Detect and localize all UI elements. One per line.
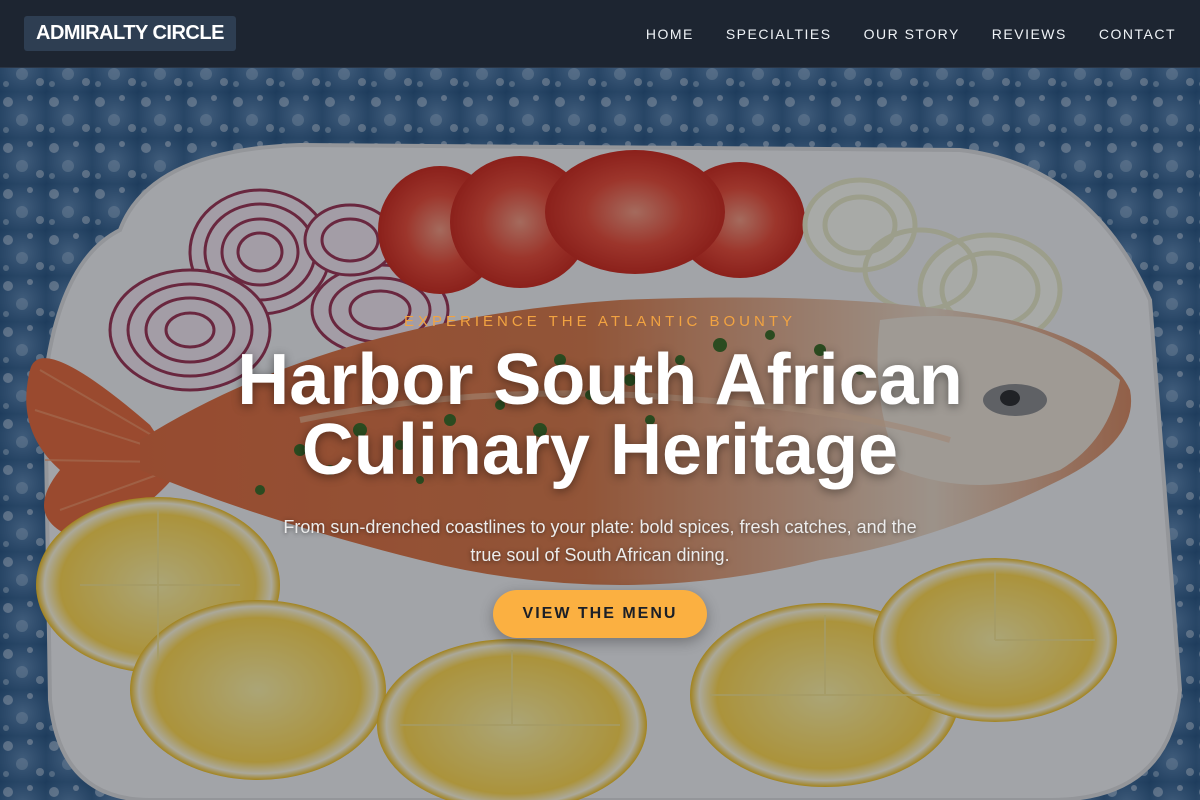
hero-eyebrow: EXPERIENCE THE ATLANTIC BOUNTY: [404, 313, 796, 330]
top-navigation: ADMIRALTY CIRCLE HOME SPECIALTIES OUR ST…: [0, 0, 1200, 68]
site-logo[interactable]: ADMIRALTY CIRCLE: [24, 16, 236, 51]
main-menu: HOME SPECIALTIES OUR STORY REVIEWS CONTA…: [646, 0, 1176, 68]
nav-link-reviews[interactable]: REVIEWS: [992, 26, 1067, 42]
nav-link-contact[interactable]: CONTACT: [1099, 26, 1176, 42]
nav-link-our-story[interactable]: OUR STORY: [864, 26, 960, 42]
view-menu-button[interactable]: VIEW THE MENU: [493, 590, 707, 638]
nav-link-specialties[interactable]: SPECIALTIES: [726, 26, 832, 42]
hero-title: Harbor South African Culinary Heritage: [237, 340, 963, 490]
hero-section: EXPERIENCE THE ATLANTIC BOUNTY Harbor So…: [0, 68, 1200, 800]
nav-link-home[interactable]: HOME: [646, 26, 694, 42]
hero-subtitle: From sun-drenched coastlines to your pla…: [283, 517, 917, 565]
